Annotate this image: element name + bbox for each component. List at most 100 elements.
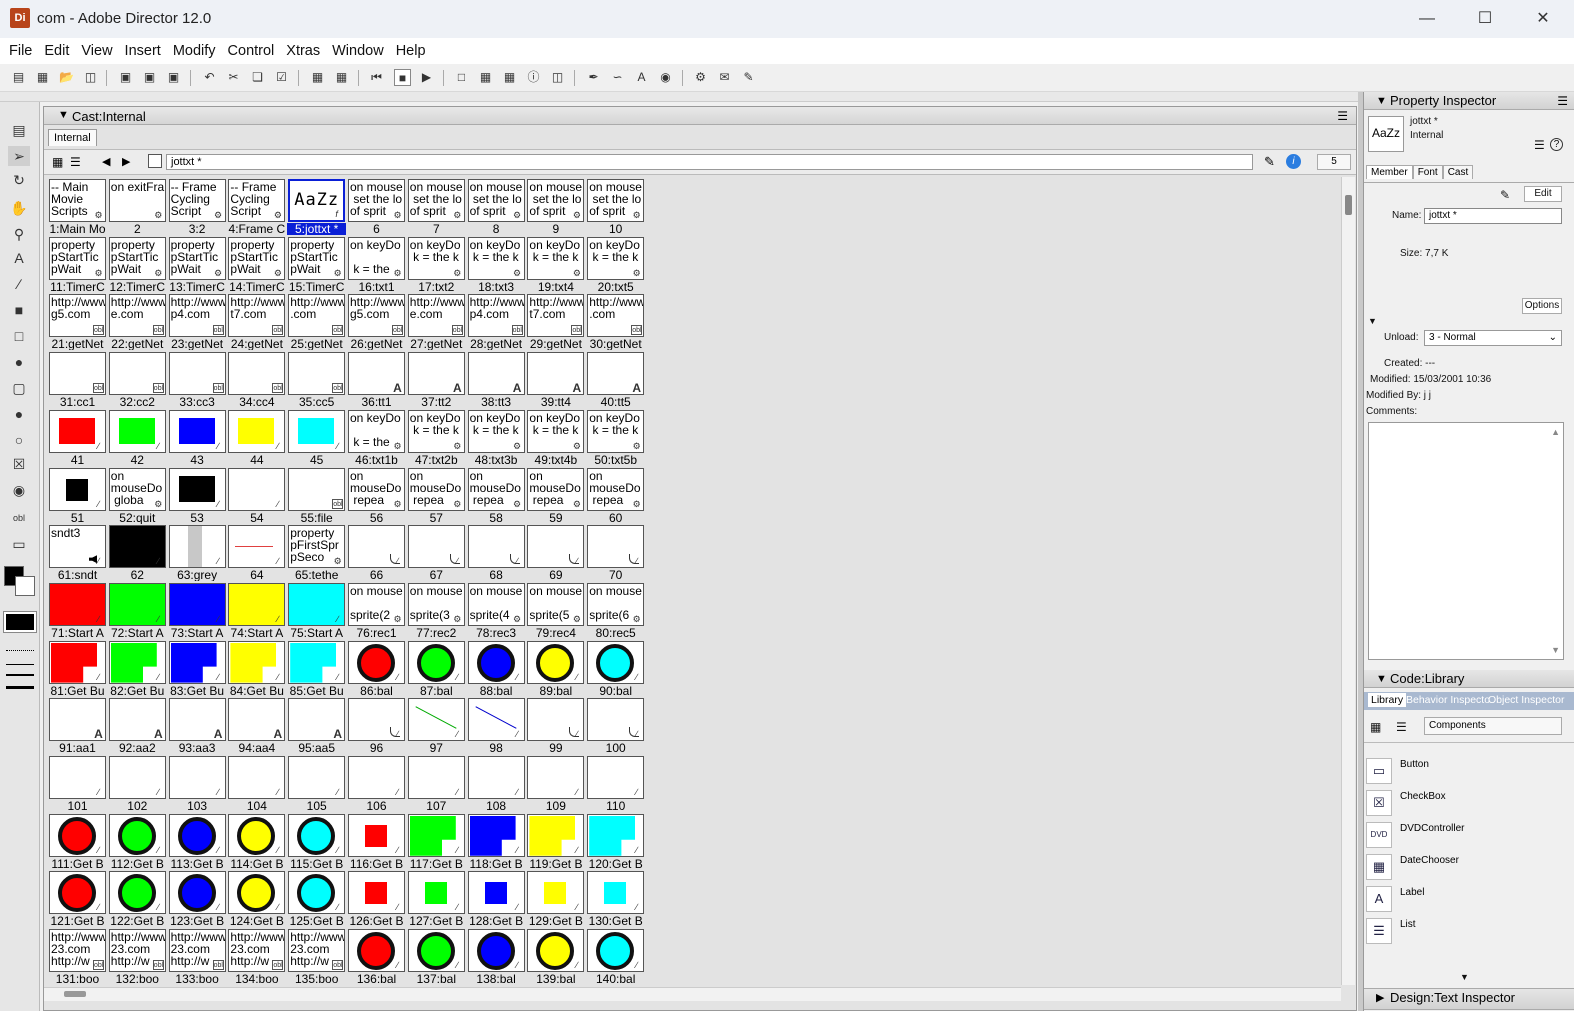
cast-member-cell[interactable]: ∕ 126:Get B: [347, 869, 406, 927]
shockwave-3d-icon[interactable]: ◉: [657, 69, 674, 86]
cast-member-cell[interactable]: ∕ 64: [227, 523, 286, 581]
cast-member-cell[interactable]: on keyDo k = the k ⚙ 48:txt3b: [467, 408, 526, 466]
cast-member-cell[interactable]: on mouse sprite(5 ⚙ 79:rec4: [526, 581, 585, 639]
cast-member-cell[interactable]: ∕ 83:Get Bu: [168, 639, 227, 697]
cast-member-cell[interactable]: on mouse set the lo of sprit ⚙ 8: [467, 177, 526, 235]
cast-member-cell[interactable]: A 91:aa1: [48, 696, 107, 754]
cast-member-cell[interactable]: on keyDo k = the k ⚙ 19:txt4: [526, 235, 585, 293]
menu-xtras[interactable]: Xtras: [280, 38, 326, 64]
library-item[interactable]: ▦ DateChooser: [1364, 852, 1574, 884]
cast-member-cell[interactable]: property pStartTic pWait ⚙ 14:TimerC: [227, 235, 286, 293]
cast-member-cell[interactable]: ∕ 116:Get B: [347, 812, 406, 870]
library-tree-icon[interactable]: ☰: [1396, 720, 1407, 734]
undo-icon[interactable]: ↶: [201, 69, 218, 86]
score-icon[interactable]: ▦: [501, 69, 518, 86]
edit-member-icon[interactable]: ✎: [1500, 188, 1510, 202]
behavior-icon[interactable]: ✎: [740, 69, 757, 86]
member-name-input[interactable]: jottxt *: [166, 154, 1253, 170]
cast-member-cell[interactable]: ∕ 121:Get B: [48, 869, 107, 927]
cast-member-cell[interactable]: ∕ 104: [227, 754, 286, 812]
cast-member-cell[interactable]: ∕ 87:bal: [407, 639, 466, 697]
cast-member-cell[interactable]: on mouseDo repea ⚙ 56: [347, 466, 406, 524]
property-inspector-icon[interactable]: ⓘ: [525, 69, 542, 86]
cast-member-cell[interactable]: http://www 23.com http://w obl 133:boo: [168, 927, 227, 985]
cast-member-cell[interactable]: on keyDo k = the k ⚙ 18:txt3: [467, 235, 526, 293]
tab-object-inspector[interactable]: Object Inspector: [1488, 694, 1564, 706]
cast-member-cell[interactable]: obl 33:cc3: [168, 350, 227, 408]
cast-member-cell[interactable]: http://www 23.com http://w obl 134:boo: [227, 927, 286, 985]
checkbox-tool-icon[interactable]: ☒: [8, 454, 30, 474]
cast-member-cell[interactable]: on mouseDo repea ⚙ 57: [407, 466, 466, 524]
cast-member-cell[interactable]: property pStartTic pWait ⚙ 12:TimerC: [108, 235, 167, 293]
collapse-arrow-icon[interactable]: ▼: [1376, 92, 1387, 110]
scroll-up-icon[interactable]: ▲: [1551, 427, 1560, 437]
section-collapse-icon[interactable]: ▼: [1368, 316, 1377, 326]
unload-select[interactable]: 3 - Normal ⌄: [1424, 330, 1562, 346]
cast-member-cell[interactable]: on mouse set the lo of sprit ⚙ 9: [526, 177, 585, 235]
cast-member-cell[interactable]: http://www p4.com obl 23:getNet: [168, 292, 227, 350]
cast-member-cell[interactable]: ∕ 100: [586, 696, 645, 754]
cast-member-cell[interactable]: ∕ 109: [526, 754, 585, 812]
cast-member-cell[interactable]: ∕ 54: [227, 466, 286, 524]
cast-member-cell[interactable]: http://www 23.com http://w obl 135:boo: [287, 927, 346, 985]
cast-member-cell[interactable]: on mouse set the lo of sprit ⚙ 7: [407, 177, 466, 235]
line-width-3[interactable]: [6, 686, 34, 689]
cast-member-cell[interactable]: ∕ 129:Get B: [526, 869, 585, 927]
cast-member-cell[interactable]: http://www t7.com obl 29:getNet: [526, 292, 585, 350]
edit-button[interactable]: Edit: [1524, 186, 1562, 202]
menu-view[interactable]: View: [75, 38, 118, 64]
cast-member-cell[interactable]: ∕ 71:Start A: [48, 581, 107, 639]
cast-vertical-scrollbar[interactable]: [1341, 177, 1355, 985]
line-tool-icon[interactable]: ∕: [8, 274, 30, 294]
find-icon[interactable]: ▦: [309, 69, 326, 86]
cast-member-cell[interactable]: http://www e.com obl 22:getNet: [108, 292, 167, 350]
cast-member-cell[interactable]: ∕ 73:Start A: [168, 581, 227, 639]
cast-member-cell[interactable]: ∕ 112:Get B: [108, 812, 167, 870]
cast-member-cell[interactable]: ∕ 139:bal: [526, 927, 585, 985]
cast-member-cell[interactable]: on mouseDo globa ⚙ 52:quit: [108, 466, 167, 524]
list-view-icon[interactable]: ☰: [70, 155, 81, 169]
library-list-icon[interactable]: ▦: [1370, 720, 1381, 734]
previous-member-icon[interactable]: ◀: [102, 155, 110, 168]
menu-modify[interactable]: Modify: [167, 38, 222, 64]
list-view-icon[interactable]: ☰: [1534, 138, 1545, 152]
radio-tool-icon[interactable]: ◉: [8, 480, 30, 500]
member-number-field[interactable]: 5: [1317, 154, 1351, 170]
cast-member-cell[interactable]: obl 32:cc2: [108, 350, 167, 408]
library-item[interactable]: ☰ List: [1364, 916, 1574, 948]
cast-member-cell[interactable]: -- Frame Cycling Script ⚙ 4:Frame C: [227, 177, 286, 235]
cast-member-cell[interactable]: http://www e.com obl 27:getNet: [407, 292, 466, 350]
cast-member-cell[interactable]: ∕ 128:Get B: [467, 869, 526, 927]
cast-member-cell[interactable]: obl 55:file: [287, 466, 346, 524]
cast-member-cell[interactable]: ∕ 75:Start A: [287, 581, 346, 639]
cast-member-cell[interactable]: ∕ 105: [287, 754, 346, 812]
cast-member-cell[interactable]: ∕ 69: [526, 523, 585, 581]
cast-member-cell[interactable]: ∕ 99: [526, 696, 585, 754]
cast-member-cell[interactable]: AaZz f 5:jottxt *: [287, 177, 347, 235]
pattern-swatch[interactable]: [3, 611, 37, 633]
cast-member-cell[interactable]: ∕ 114:Get B: [227, 812, 286, 870]
comments-textarea[interactable]: ▲ ▼: [1368, 422, 1564, 660]
ellipse-tool-icon[interactable]: ○: [8, 430, 30, 450]
expand-arrow-icon[interactable]: ▶: [1376, 989, 1384, 1007]
cast-member-cell[interactable]: -- Frame Cycling Script ⚙ 3:2: [168, 177, 227, 235]
cast-member-cell[interactable]: on keyDo k = the k ⚙ 20:txt5: [586, 235, 645, 293]
cast-member-cell[interactable]: on mouse sprite(3 ⚙ 77:rec2: [407, 581, 466, 639]
cast-member-cell[interactable]: ∕ 42: [108, 408, 167, 466]
cast-member-cell[interactable]: ∕ 138:bal: [467, 927, 526, 985]
cast-member-cell[interactable]: ∕ 72:Start A: [108, 581, 167, 639]
cast-member-cell[interactable]: ∕ 41: [48, 408, 107, 466]
cast-member-cell[interactable]: ∕ 62: [108, 523, 167, 581]
arrow-tool-icon[interactable]: ➢: [8, 146, 30, 166]
cast-member-cell[interactable]: ∕ 85:Get Bu: [287, 639, 346, 697]
copy-icon[interactable]: ❏: [249, 69, 266, 86]
cast-member-cell[interactable]: ∕ 107: [407, 754, 466, 812]
cast-member-cell[interactable]: http://www 23.com http://w obl 131:boo: [48, 927, 107, 985]
cast-member-cell[interactable]: ∕ 90:bal: [586, 639, 645, 697]
cast-member-cell[interactable]: ∕ 96: [347, 696, 406, 754]
line-width-2[interactable]: [6, 674, 34, 676]
cast-member-cell[interactable]: http://www g5.com obl 21:getNet: [48, 292, 107, 350]
scroll-down-icon[interactable]: ▼: [1551, 645, 1560, 655]
cast-member-cell[interactable]: ∕ 63:grey: [168, 523, 227, 581]
member-info-icon[interactable]: i: [1286, 154, 1301, 169]
